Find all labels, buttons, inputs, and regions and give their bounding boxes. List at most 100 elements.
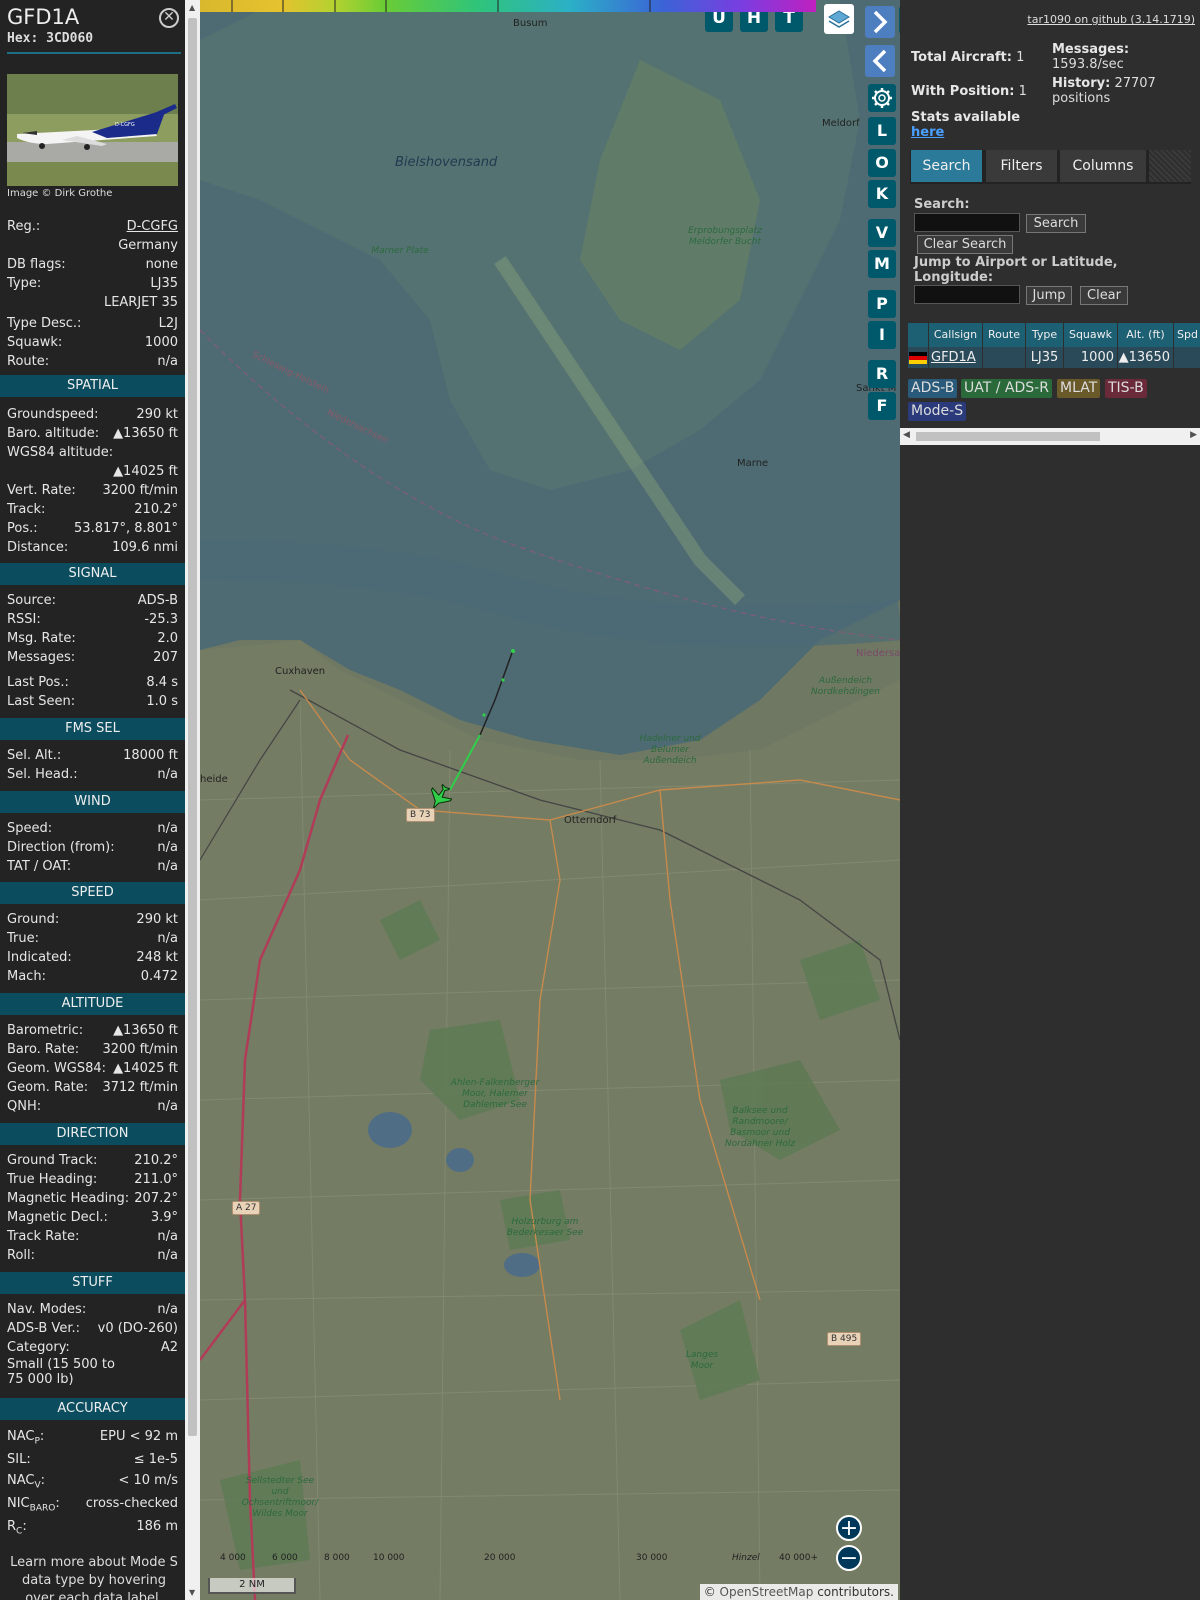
detail-label[interactable]: WGS84 altitude: [7,443,113,462]
detail-label[interactable]: Squawk: [7,333,62,352]
detail-label[interactable]: Direction (from): [7,838,115,857]
button-r[interactable]: R [868,360,896,388]
map-view[interactable]: Busum Meldorf Bielshovensand Marne Cuxha… [200,0,900,1600]
jump-button[interactable]: Jump [1026,286,1072,305]
detail-label[interactable]: Last Pos.: [7,673,69,692]
table-header-callsign[interactable]: Callsign [929,323,982,347]
detail-label[interactable]: RC: [7,1517,27,1542]
button-f[interactable]: F [868,392,896,420]
detail-label[interactable]: TAT / OAT: [7,857,71,876]
detail-label[interactable]: Distance: [7,538,68,557]
detail-label[interactable]: Messages: [7,648,75,667]
chevron-left-icon[interactable] [865,45,895,77]
detail-label[interactable]: Route: [7,352,49,371]
table-header-type[interactable]: Type [1026,323,1063,347]
detail-label[interactable]: QNH: [7,1097,41,1116]
gear-icon[interactable] [868,84,896,112]
stats-here-link[interactable]: here [911,125,944,140]
table-header-squawk[interactable]: Squawk [1064,323,1117,347]
detail-label[interactable]: Type: [7,274,41,293]
detail-row: Vert. Rate: 3200 ft/min [7,481,178,500]
table-header-altitude[interactable]: Alt. (ft) [1118,323,1173,347]
clear-search-button[interactable]: Clear Search [917,235,1013,254]
button-p[interactable]: P [868,290,896,318]
table-row[interactable] [908,347,928,368]
detail-label[interactable]: Barometric: [7,1021,83,1040]
github-link[interactable]: tar1090 on github (3.14.1719) [1027,13,1195,26]
detail-label[interactable]: Ground: [7,910,59,929]
scrollbar-thumb[interactable] [916,432,1100,441]
table-header-speed[interactable]: Spd [1174,323,1200,347]
tab-filters[interactable]: Filters [986,150,1057,182]
scroll-left-icon[interactable]: ◀ [903,430,910,440]
detail-label[interactable]: Sel. Head.: [7,765,78,784]
detail-label-text: R [7,1519,17,1534]
minus-icon[interactable]: − [836,1545,862,1571]
search-button[interactable]: Search [1026,214,1086,233]
search-input[interactable] [914,213,1020,232]
button-v[interactable]: V [868,219,896,247]
detail-label[interactable]: Geom. WGS84: [7,1059,106,1078]
chevron-right-icon[interactable] [865,6,895,38]
detail-label[interactable]: NACP: [7,1427,44,1452]
button-i[interactable]: I [868,321,896,349]
detail-label[interactable]: NICBARO: [7,1494,60,1519]
detail-label[interactable]: Magnetic Decl.: [7,1208,108,1227]
detail-label[interactable]: True: [7,929,39,948]
detail-label[interactable]: Type Desc.: [7,314,81,333]
detail-label[interactable]: DB flags: [7,255,66,274]
tab-extra[interactable] [1149,150,1191,182]
detail-label[interactable]: Pos.: [7,519,38,538]
row-callsign[interactable]: GFD1A [929,347,982,368]
colorbar-label: 6 000 [272,1553,298,1563]
detail-label[interactable]: Category: [7,1338,70,1357]
detail-label[interactable]: Speed: [7,819,52,838]
button-k[interactable]: K [868,180,896,208]
detail-label[interactable]: Magnetic Heading: [7,1189,129,1208]
detail-row: True Heading: 211.0° [7,1170,178,1189]
detail-label[interactable]: NACV: [7,1471,45,1496]
table-header-route[interactable]: Route [983,323,1025,347]
detail-label[interactable]: Baro. altitude: [7,424,99,443]
tab-search[interactable]: Search [911,150,982,182]
place-heide: heide [200,774,228,785]
tab-columns[interactable]: Columns [1060,150,1146,182]
detail-scrollbar[interactable]: ▲ ▼ [185,0,200,1600]
detail-label[interactable]: Vert. Rate: [7,481,76,500]
jump-input[interactable] [914,285,1020,304]
detail-label[interactable]: Sel. Alt.: [7,746,61,765]
layers-icon[interactable] [824,4,854,34]
detail-label[interactable]: Roll: [7,1246,35,1265]
close-icon[interactable]: ✕ [159,8,179,28]
detail-label[interactable]: Baro. Rate: [7,1040,79,1059]
detail-label[interactable]: ADS-B Ver.: [7,1319,80,1338]
detail-label[interactable]: Last Seen: [7,692,75,711]
button-m[interactable]: M [868,250,896,278]
button-o[interactable]: O [868,149,896,177]
table-horizontal-scrollbar[interactable]: ◀ ▶ [900,428,1200,445]
scrollbar-thumb[interactable] [188,18,197,1436]
detail-label[interactable]: Geom. Rate: [7,1078,88,1097]
aircraft-photo[interactable]: D-CGFG [7,74,178,186]
detail-label[interactable]: Reg.: [7,217,40,236]
detail-label[interactable]: RSSI: [7,610,41,629]
detail-label[interactable]: Track Rate: [7,1227,79,1246]
row-squawk: 1000 [1064,347,1117,368]
openstreetmap-link[interactable]: OpenStreetMap [720,1585,814,1599]
detail-label[interactable]: Nav. Modes: [7,1300,86,1319]
plus-icon[interactable]: + [836,1515,862,1541]
table-header-flag[interactable] [908,323,928,347]
detail-label[interactable]: Track: [7,500,45,519]
scroll-up-icon[interactable]: ▲ [189,3,195,12]
button-l[interactable]: L [868,117,896,145]
detail-label[interactable]: Mach: [7,967,46,986]
scroll-right-icon[interactable]: ▶ [1190,430,1197,440]
detail-label[interactable]: True Heading: [7,1170,97,1189]
scroll-down-icon[interactable]: ▼ [189,1588,195,1597]
detail-label[interactable]: Ground Track: [7,1151,97,1170]
detail-label[interactable]: Indicated: [7,948,72,967]
clear-button[interactable]: Clear [1080,286,1128,305]
detail-label[interactable]: Msg. Rate: [7,629,76,648]
detail-label[interactable]: Groundspeed: [7,405,98,424]
detail-label[interactable]: Source: [7,591,56,610]
